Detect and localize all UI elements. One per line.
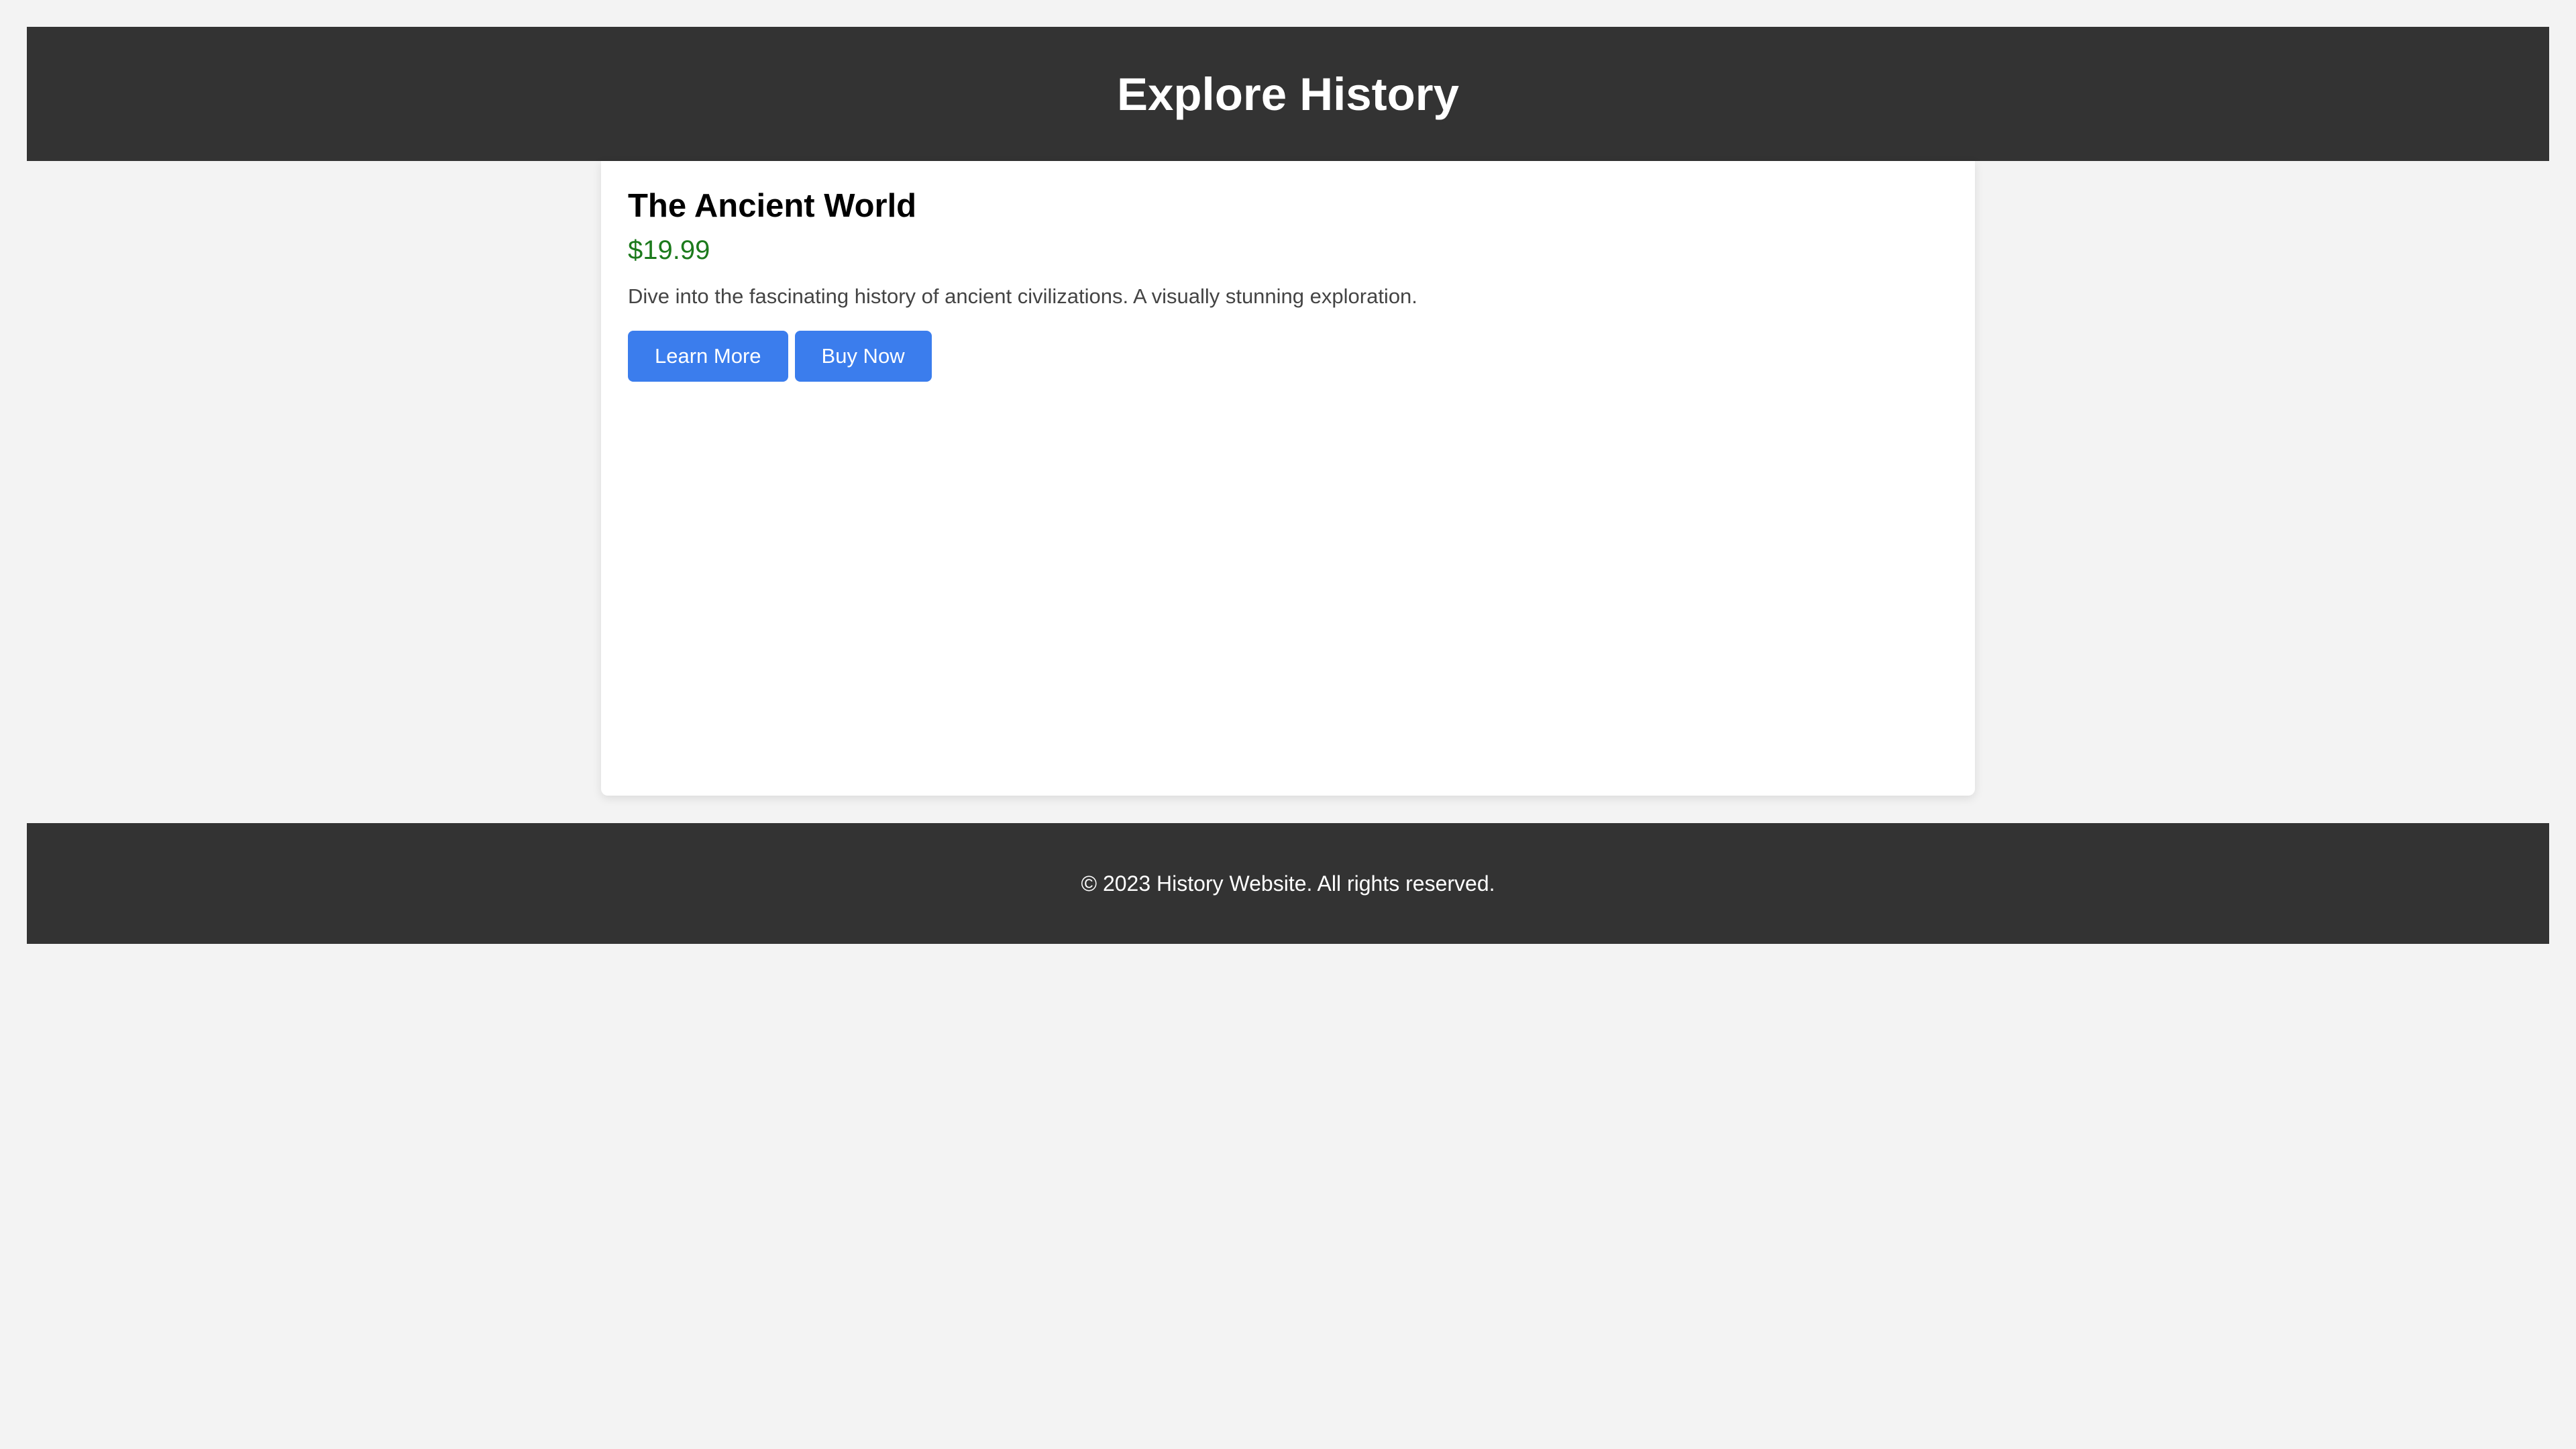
product-card: The Ancient World $19.99 Dive into the f… <box>601 161 1975 796</box>
copyright-text: © 2023 History Website. All rights reser… <box>1081 871 1495 896</box>
product-price: $19.99 <box>628 235 710 265</box>
buy-now-button[interactable]: Buy Now <box>794 330 932 382</box>
product-title: The Ancient World <box>628 188 917 224</box>
product-actions: Learn More Buy Now <box>628 330 1948 382</box>
site-title: Explore History <box>1117 68 1459 120</box>
site-header: Explore History <box>27 27 2549 161</box>
product-description: Dive into the fascinating history of anc… <box>628 284 1417 308</box>
learn-more-button[interactable]: Learn More <box>628 330 788 382</box>
site-footer: © 2023 History Website. All rights reser… <box>27 823 2549 944</box>
